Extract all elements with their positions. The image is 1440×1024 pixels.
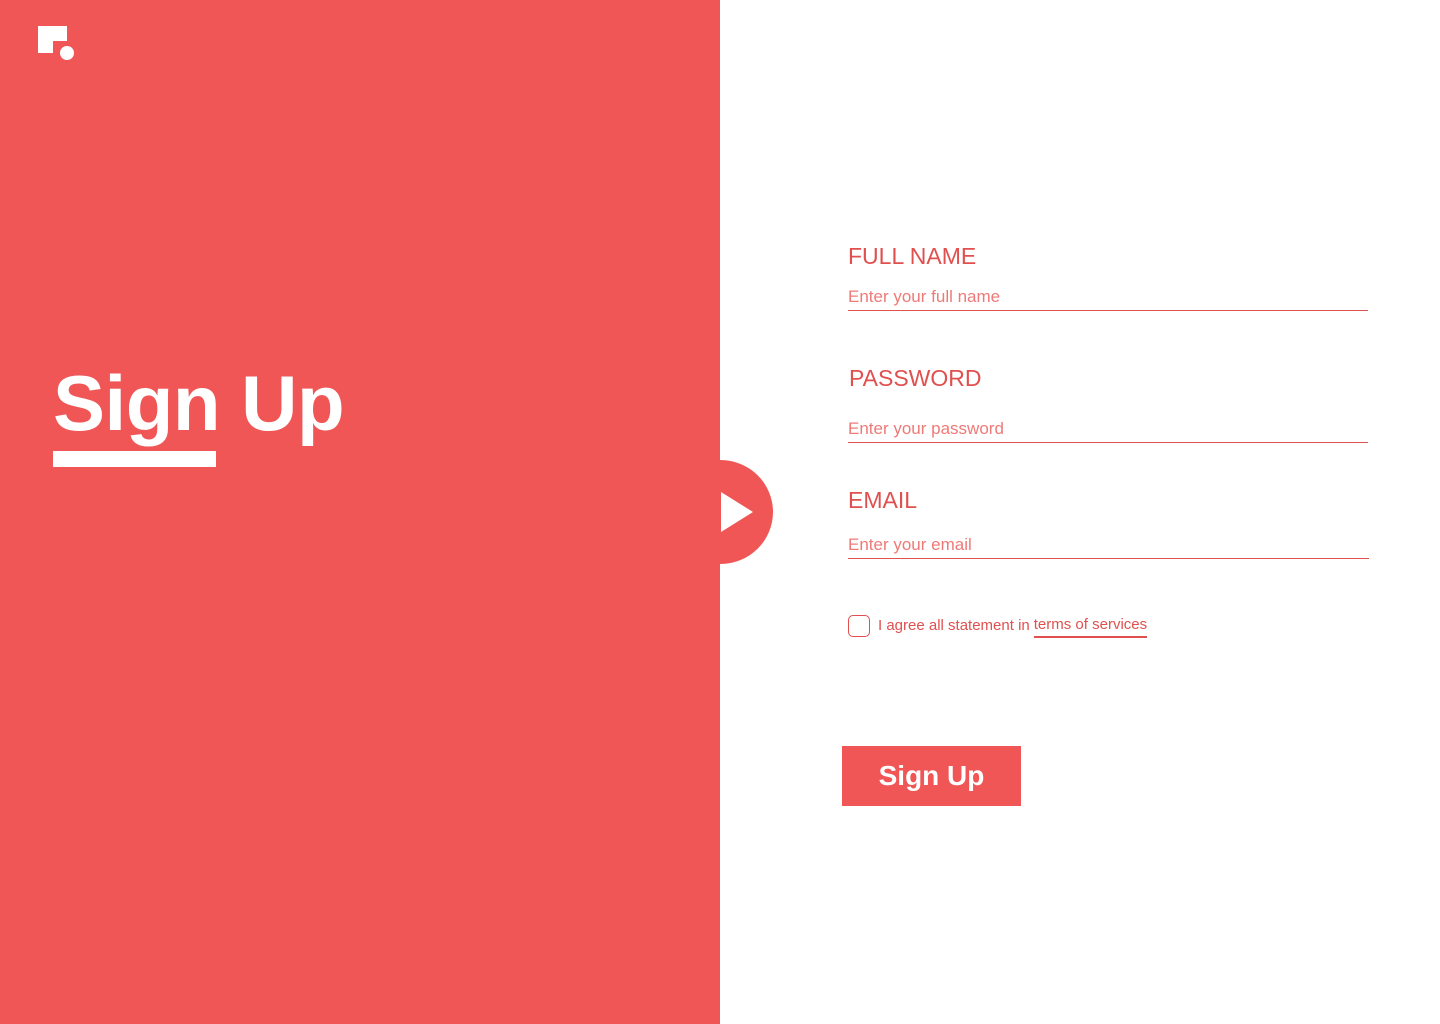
agree-checkbox[interactable] <box>848 615 870 637</box>
full-name-label: FULL NAME <box>848 243 977 269</box>
terms-of-service-link[interactable]: terms of services <box>1033 615 1148 638</box>
page-title: Sign Up <box>53 359 345 447</box>
terms-agreement: I agree all statement in terms of servic… <box>848 614 1148 638</box>
email-label: EMAIL <box>848 487 918 513</box>
hero-panel: Sign Up <box>0 0 720 1024</box>
email-input[interactable] <box>848 531 1369 559</box>
agree-text: I agree all statement in <box>878 617 1030 634</box>
full-name-input[interactable] <box>848 283 1368 311</box>
brand-logo-icon <box>38 26 76 62</box>
sign-up-button[interactable]: Sign Up <box>842 746 1021 806</box>
title-underline <box>53 451 216 467</box>
password-label: PASSWORD <box>849 365 982 391</box>
password-input[interactable] <box>848 415 1368 443</box>
play-arrow-icon <box>721 492 753 532</box>
